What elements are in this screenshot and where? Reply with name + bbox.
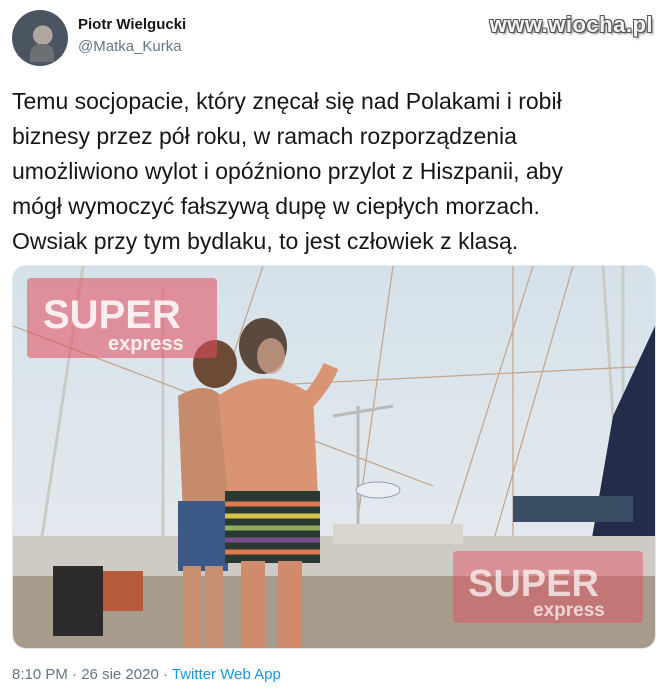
author-display-name[interactable]: Piotr Wielgucki xyxy=(78,16,186,33)
tweet-text: Temu socjopacie, który znęcał się nad Po… xyxy=(12,84,652,259)
photo-watermark-express-bottom: express xyxy=(533,600,605,621)
author-avatar[interactable] xyxy=(12,10,68,66)
site-watermark: www.wiocha.pl xyxy=(489,12,653,37)
tweet-date[interactable]: 26 sie 2020 xyxy=(81,666,159,683)
photo-watermark-super-bottom: SUPER xyxy=(468,563,599,605)
photo-illustration: SUPER express SUPER express xyxy=(13,266,655,648)
tweet-line: umożliwiono wylot i opóźniono przylot z … xyxy=(12,158,563,184)
photo-watermark-super-top: SUPER xyxy=(43,293,181,337)
author-handle[interactable]: @Matka_Kurka xyxy=(78,38,182,55)
meta-separator: · xyxy=(162,666,168,683)
tweet-source-app[interactable]: Twitter Web App xyxy=(172,666,281,683)
tweet-line: mógł wymoczyć fałszywą dupę w ciepłych m… xyxy=(12,193,540,219)
tweet-meta: 8:10 PM · 26 sie 2020 · Twitter Web App xyxy=(12,666,281,683)
tweet-time[interactable]: 8:10 PM xyxy=(12,666,68,683)
tweet-line: Temu socjopacie, który znęcał się nad Po… xyxy=(12,88,562,114)
tweet-line: biznesy przez pół roku, w ramach rozporz… xyxy=(12,123,517,149)
tweet-photo[interactable]: SUPER express SUPER express xyxy=(12,265,656,649)
meta-separator: · xyxy=(72,666,78,683)
photo-watermark-express-top: express xyxy=(108,333,184,355)
tweet-line: Owsiak przy tym bydlaku, to jest człowie… xyxy=(12,228,519,254)
